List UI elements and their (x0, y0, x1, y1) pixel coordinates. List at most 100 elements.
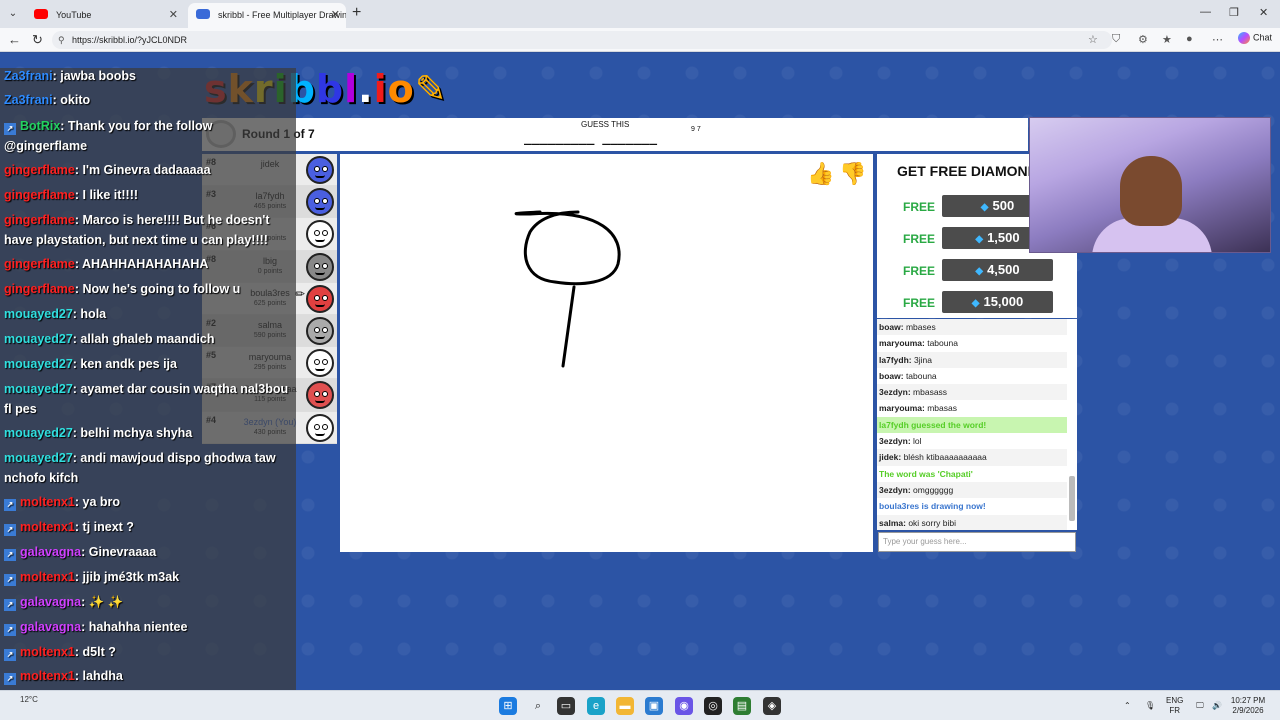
file-explorer-icon[interactable]: ▬ (616, 697, 634, 715)
tray-chevron-icon[interactable]: ⌃ (1124, 701, 1131, 711)
thumbs-down-icon[interactable]: 👎 (839, 160, 867, 188)
avatar-eye (322, 423, 328, 430)
new-tab-plus-icon[interactable]: + (352, 4, 361, 22)
shield-icon[interactable]: ⛉ (1112, 33, 1120, 46)
chat-username: gingerflame (4, 213, 75, 227)
copilot-chat-button[interactable]: Chat (1237, 32, 1272, 44)
address-bar[interactable]: ⚲ https://skribbl.io/?yJCL0NDR (52, 31, 1112, 49)
avatar-mouth (315, 304, 325, 307)
store-icon[interactable]: ▣ (645, 697, 663, 715)
favorites-icon[interactable]: ★ (1162, 33, 1172, 46)
edge-browser-icon[interactable]: e (587, 697, 605, 715)
streamer-webcam (1029, 117, 1271, 253)
tab-actions-chevron-icon[interactable]: ⌄ (4, 5, 22, 23)
close-tab-icon[interactable]: ✕ (331, 8, 340, 21)
url-text: https://skribbl.io/?yJCL0NDR (72, 35, 188, 45)
chat-scroll-thumb[interactable] (1069, 476, 1075, 521)
chat-username: mouayed27 (4, 307, 73, 321)
chat-text: : jjib jmé3tk m3ak (74, 570, 180, 584)
chat-scrollbar[interactable] (1069, 321, 1075, 526)
clock[interactable]: 10:27 PM 2/9/2026 (1230, 696, 1266, 716)
language-indicator[interactable]: ENG FR (1166, 696, 1183, 716)
skribbl-page: skribbl.io✎ Round 1 of 7 GUESS THIS ____… (0, 53, 1280, 690)
volume-icon[interactable]: 🔊 (1212, 701, 1222, 711)
chat-text: lol (913, 436, 922, 447)
chat-text: tabouna (927, 338, 958, 349)
diamond-amount: 4,500 (987, 262, 1020, 277)
chat-text: : hola (72, 307, 107, 321)
app-icon[interactable]: ◈ (763, 697, 781, 715)
logo-letter: l (344, 67, 359, 111)
search-icon[interactable]: ⌕ (529, 697, 547, 715)
logo-pencil-icon: ✎ (414, 67, 448, 111)
chat-username: 3ezdyn: (879, 484, 911, 495)
guess-this-label: GUESS THIS (581, 120, 630, 129)
logo-letter: o (387, 67, 415, 111)
extensions-icon[interactable]: ⚙ (1138, 33, 1148, 46)
date: 2/9/2026 (1232, 706, 1264, 715)
guess-input[interactable]: Type your guess here... (878, 532, 1076, 552)
twitch-chat-message: mouayed27: ayamet dar cousin waqtha nal3… (4, 379, 294, 419)
chat-text: blésh ktibaaaaaaaaaa (903, 452, 987, 463)
chat-text: : allah ghaleb maandich (72, 332, 215, 346)
chat-username: jidek: (879, 452, 902, 463)
diamond-amount: 500 (992, 198, 1015, 213)
network-icon[interactable]: 🖵 (1196, 701, 1204, 711)
copilot-icon (1237, 32, 1250, 44)
player-avatar (306, 381, 334, 410)
youtube-favicon-icon (34, 9, 48, 19)
avatar-eye (314, 166, 320, 172)
reload-icon[interactable]: ↻ (32, 32, 43, 48)
more-menu-icon[interactable]: ⋯ (1212, 33, 1223, 46)
minimize-icon[interactable]: — (1200, 6, 1211, 18)
close-window-icon[interactable]: ✕ (1259, 6, 1268, 19)
chat-text: : Ginevraaaa (81, 545, 157, 559)
twitch-chat-message: gingerflame: Marco is here!!!! But he do… (4, 210, 294, 250)
twitch-chat-overlay: Za3frani: jawba boobs Za3frani: okito ↗ Bot… (0, 68, 296, 690)
avatar-eye (314, 294, 320, 301)
profile-avatar-icon[interactable]: ● (1186, 33, 1193, 45)
chat-username: maryouma: (879, 338, 925, 349)
avatar-mouth (315, 433, 325, 436)
chat-badge-icon: ↗ (4, 499, 16, 511)
start-windows-icon[interactable]: ⊞ (499, 697, 517, 715)
task-view-icon[interactable]: ▭ (557, 697, 575, 715)
chat-badge-icon: ↗ (4, 524, 16, 536)
obs-icon[interactable]: ◎ (704, 697, 722, 715)
back-arrow-icon[interactable]: ← (8, 32, 21, 47)
twitch-chat-message: gingerflame: I like it!!!! (4, 185, 294, 205)
chat-username: 3ezdyn: (879, 387, 911, 398)
game-chat-message: la7fydh guessed the word! (877, 416, 1067, 434)
twitch-chat-message: ↗ moltenx1: jjib jmé3tk m3ak (4, 567, 294, 587)
twitch-chat-message: ↗ moltenx1: tj inext ? (4, 517, 294, 537)
diamond-icon: ◆ (975, 234, 984, 245)
avatar-eye (322, 262, 328, 269)
twitch-chat-message: Za3frani: jawba boobs (4, 66, 294, 86)
favorite-star-icon[interactable]: ☆ (1088, 33, 1098, 46)
twitch-chat-message: mouayed27: ken andk pes ija (4, 354, 294, 374)
twitch-chat-message: ↗ moltenx1: lahdha (4, 666, 294, 686)
microphone-icon[interactable]: 🎙 (1145, 701, 1155, 711)
maximize-icon[interactable]: ❐ (1229, 6, 1239, 19)
discord-icon[interactable]: ◉ (675, 697, 693, 715)
tab-skribbl[interactable]: skribbl - Free Multiplayer Drawing ✕ (188, 3, 346, 28)
avatar-eye (322, 391, 328, 398)
avatar-mouth (315, 207, 325, 211)
thumbs-up-icon[interactable]: 👍 (807, 160, 835, 188)
site-info-icon[interactable]: ⚲ (58, 31, 65, 49)
diamond-pack-button[interactable]: ◆ 15,000 (942, 291, 1053, 313)
terminal-icon[interactable]: ▤ (733, 697, 751, 715)
chat-username: moltenx1 (20, 645, 75, 659)
avatar-eye (314, 230, 320, 237)
tab-youtube[interactable]: YouTube ✕ (26, 3, 184, 28)
close-tab-icon[interactable]: ✕ (169, 8, 178, 21)
diamond-pack-button[interactable]: ◆ 4,500 (942, 259, 1053, 281)
browser-toolbar: ← ↻ ⚲ https://skribbl.io/?yJCL0NDR ☆ ⛉ ⚙… (0, 28, 1280, 52)
drawing-canvas[interactable]: 👍 👎 (340, 154, 873, 552)
game-chat-message: 3ezdyn: omgggggg (877, 481, 1067, 499)
chat-badge-icon: ↗ (4, 123, 16, 135)
chat-text: : lahdha (74, 669, 123, 683)
chat-username: moltenx1 (20, 570, 75, 584)
avatar-mouth (315, 239, 325, 243)
weather-widget[interactable]: 12°C (20, 695, 38, 704)
